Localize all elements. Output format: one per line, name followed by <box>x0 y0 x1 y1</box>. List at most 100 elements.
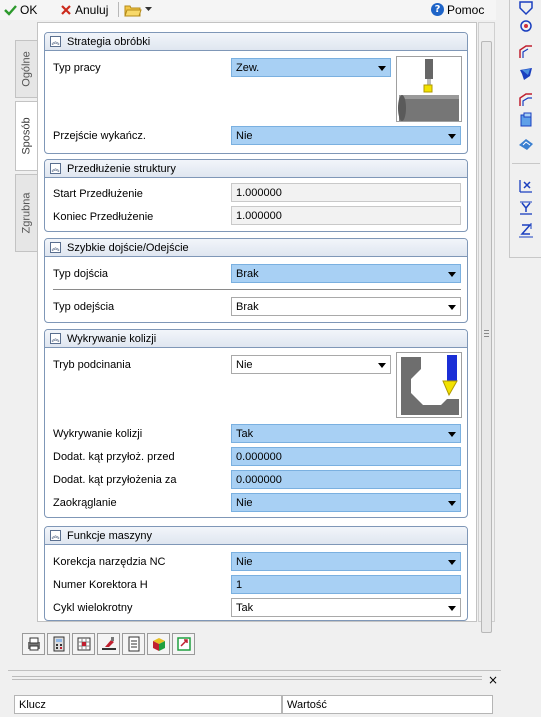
tryb-podcinania-dropdown[interactable]: Nie <box>231 355 391 374</box>
grid-icon <box>77 637 90 651</box>
profile-tool-icon[interactable] <box>518 44 534 60</box>
close-icon[interactable]: × <box>486 673 500 687</box>
cykl-dropdown[interactable]: Tak <box>231 598 461 617</box>
undercut-preview-image <box>396 352 462 418</box>
solid-button[interactable] <box>147 633 170 655</box>
numer-korektora-field[interactable]: 1 <box>231 575 461 594</box>
zaokraglanie-dropdown[interactable]: Nie <box>231 493 461 512</box>
collapse-icon[interactable]: ︽ <box>50 36 61 47</box>
turning-preview-image <box>396 56 462 122</box>
cancel-button[interactable]: Anuluj <box>60 1 108 18</box>
typ-dojscia-dropdown[interactable]: Brak <box>231 264 461 283</box>
tab-ogolne[interactable]: Ogólne <box>15 40 37 98</box>
right-tool-strip <box>509 0 541 258</box>
typ-pracy-value: Zew. <box>236 61 260 74</box>
help-button[interactable]: ? Pomoc <box>431 1 484 18</box>
undercut-profile-icon <box>401 355 459 415</box>
column-header-value[interactable]: Wartość <box>282 695 493 714</box>
wykrywanie-kolizji-dropdown[interactable]: Tak <box>231 424 461 443</box>
contour-tool-icon[interactable] <box>518 92 534 108</box>
grid-button[interactable] <box>72 633 95 655</box>
section-title: Szybkie dojście/Odejście <box>67 241 189 254</box>
shape-tool-icon[interactable] <box>518 0 534 16</box>
tab-sposob[interactable]: Sposób <box>15 101 37 171</box>
printer-button[interactable] <box>22 633 45 655</box>
section-strategia: ︽ Strategia obróbki Typ pracy Zew. Przej… <box>44 32 468 154</box>
kat-przed-label: Dodat. kąt przyłoż. przed <box>53 451 175 463</box>
open-folder-button[interactable] <box>124 1 152 18</box>
section-header[interactable]: ︽ Przedłużenie struktury <box>45 160 467 178</box>
koniec-przedluzenie-field[interactable]: 1.000000 <box>231 206 461 225</box>
close-icon <box>61 4 71 15</box>
collapse-icon[interactable]: ︽ <box>50 163 61 174</box>
collapse-icon[interactable]: ︽ <box>50 530 61 541</box>
section-title: Funkcje maszyny <box>67 529 152 542</box>
tool-setup-button[interactable] <box>97 633 120 655</box>
korekcja-value: Nie <box>236 555 253 568</box>
column-header-label: Klucz <box>19 698 46 711</box>
typ-odejscia-dropdown[interactable]: Brak <box>231 297 461 316</box>
gear-tool-icon[interactable] <box>518 18 534 34</box>
kat-za-value: 0.000000 <box>236 473 282 486</box>
section-header[interactable]: ︽ Wykrywanie kolizji <box>45 330 467 348</box>
typ-pracy-label: Typ pracy <box>53 62 101 74</box>
axis-x-tool-icon[interactable] <box>518 178 534 194</box>
section-title: Przedłużenie struktury <box>67 162 176 175</box>
ok-button[interactable]: OK <box>4 1 37 18</box>
section-divider <box>53 289 461 290</box>
axis-y-tool-icon[interactable] <box>518 200 534 216</box>
tool-setup-icon <box>101 637 116 650</box>
typ-dojscia-value: Brak <box>236 267 259 280</box>
korekcja-dropdown[interactable]: Nie <box>231 552 461 571</box>
block-tool-icon[interactable] <box>518 112 534 128</box>
collapse-icon[interactable]: ︽ <box>50 333 61 344</box>
pocket-tool-icon[interactable] <box>518 66 534 82</box>
przejscie-value: Nie <box>236 129 253 142</box>
start-przedluzenie-field[interactable]: 1.000000 <box>231 183 461 202</box>
section-header[interactable]: ︽ Funkcje maszyny <box>45 527 467 545</box>
column-header-key[interactable]: Klucz <box>14 695 282 714</box>
zaokraglanie-value: Nie <box>236 496 253 509</box>
section-header[interactable]: ︽ Szybkie dojście/Odejście <box>45 239 467 257</box>
section-title: Wykrywanie kolizji <box>67 332 157 345</box>
numer-korektora-label: Numer Korektora H <box>53 579 148 591</box>
wykrywanie-kolizji-value: Tak <box>236 427 254 440</box>
section-szybkie: ︽ Szybkie dojście/Odejście Typ dojścia B… <box>44 238 468 323</box>
axis-z-tool-icon[interactable] <box>518 222 534 238</box>
kat-za-field[interactable]: 0.000000 <box>231 470 461 489</box>
typ-pracy-dropdown[interactable]: Zew. <box>231 58 391 77</box>
typ-odejscia-value: Brak <box>236 300 259 313</box>
vertical-scrollbar[interactable] <box>478 22 495 633</box>
toolbar-separator <box>118 2 119 17</box>
chevron-down-icon <box>378 363 386 368</box>
document-button[interactable] <box>122 633 145 655</box>
kat-przed-field[interactable]: 0.000000 <box>231 447 461 466</box>
typ-odejscia-label: Typ odejścia <box>53 301 115 313</box>
tryb-podcinania-value: Nie <box>236 358 253 371</box>
tab-label: Sposób <box>20 117 33 155</box>
export-button[interactable] <box>172 633 195 655</box>
kat-za-label: Dodat. kąt przyłożenia za <box>53 474 177 486</box>
collapse-icon[interactable]: ︽ <box>50 242 61 253</box>
koniec-przedluzenie-value: 1.000000 <box>236 209 282 222</box>
zaokraglanie-label: Zaokrąglanie <box>53 497 117 509</box>
check-icon <box>4 4 17 16</box>
tab-label: Zgrubna <box>20 192 33 234</box>
typ-dojscia-label: Typ dojścia <box>53 268 109 280</box>
surface-tool-icon[interactable] <box>518 136 534 152</box>
chevron-down-icon <box>448 560 456 565</box>
calculator-button[interactable] <box>47 633 70 655</box>
section-header[interactable]: ︽ Strategia obróbki <box>45 33 467 51</box>
scrollbar-thumb[interactable] <box>481 41 492 633</box>
tryb-podcinania-label: Tryb podcinania <box>53 359 131 371</box>
chevron-down-icon <box>448 432 456 437</box>
chevron-down-icon <box>448 606 456 611</box>
tab-zgrubna[interactable]: Zgrubna <box>15 174 37 252</box>
przejscie-dropdown[interactable]: Nie <box>231 126 461 145</box>
solid-icon <box>152 638 165 651</box>
chevron-down-icon <box>145 7 152 11</box>
chevron-down-icon <box>448 272 456 277</box>
panel-grip[interactable] <box>12 676 482 680</box>
chevron-down-icon <box>448 305 456 310</box>
document-icon <box>128 636 139 652</box>
